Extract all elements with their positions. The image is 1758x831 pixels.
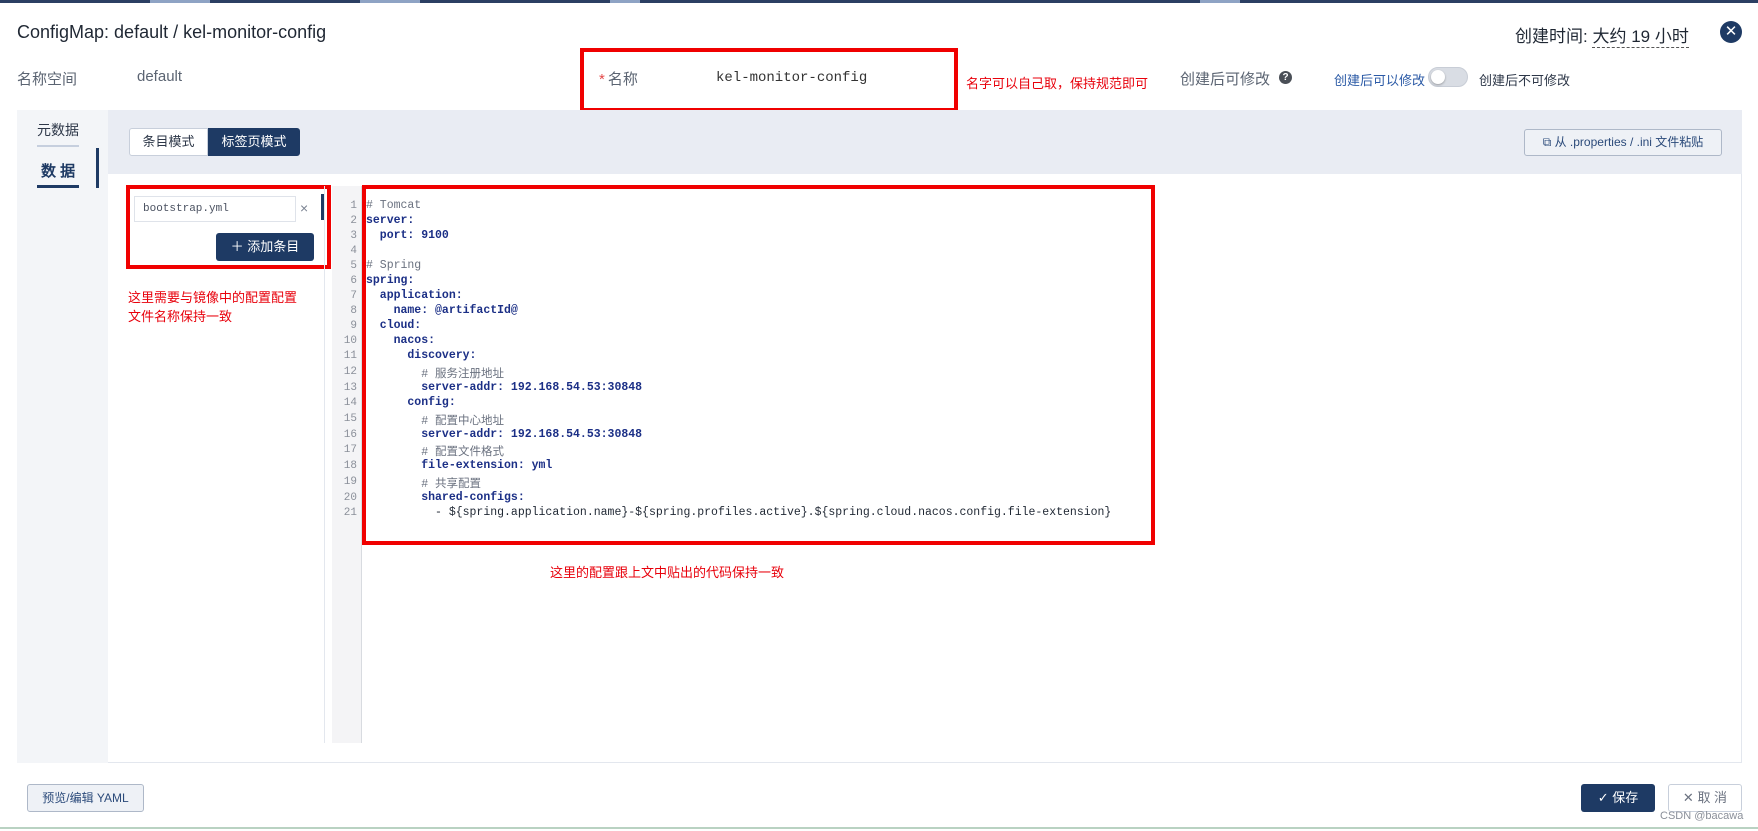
line-number: 7 [350, 290, 357, 302]
line-number: 6 [350, 275, 357, 287]
line-number: 15 [343, 413, 357, 425]
required-mark: * [599, 71, 605, 88]
entry-panel-divider [324, 186, 325, 743]
footer-bar [0, 763, 1758, 831]
modifiable-toggle[interactable] [1428, 67, 1468, 87]
line-number: 18 [343, 460, 357, 472]
line-number: 4 [350, 245, 357, 257]
annotation-key-note-line2: 文件名称保持一致 [128, 309, 233, 324]
line-number: 11 [343, 350, 357, 362]
line-number: 9 [350, 320, 357, 332]
line-number: 5 [350, 260, 357, 272]
save-button[interactable]: ✓ 保存 [1581, 784, 1655, 812]
bottom-line [0, 827, 1758, 829]
line-number: 3 [350, 230, 357, 242]
save-button-label: 保存 [1612, 790, 1639, 805]
side-nav: 元数据 数 据 [17, 110, 108, 763]
tab-mode-button[interactable]: 标签页模式 [208, 128, 300, 156]
line-number: 1 [350, 200, 357, 212]
line-number: 13 [343, 382, 357, 394]
sidenav-item-data[interactable]: 数 据 [41, 160, 75, 181]
line-number: 10 [343, 335, 357, 347]
annotation-box-code [362, 185, 1155, 545]
name-label-text: 名称 [607, 71, 638, 88]
created-time-label: 创建时间: [1515, 27, 1588, 46]
annotation-name-note: 名字可以自己取，保持规范即可 [966, 76, 1149, 91]
annotation-key-note: 这里需要与镜像中的配置配置 文件名称保持一致 [128, 288, 297, 326]
close-icon[interactable]: ✕ [1720, 21, 1742, 43]
close-small-icon: ✕ [1682, 790, 1698, 805]
sidenav-divider [37, 145, 79, 147]
annotation-key-note-line1: 这里需要与镜像中的配置配置 [128, 290, 298, 305]
created-time-value: 大约 19 小时 [1592, 27, 1689, 48]
line-number: 14 [343, 397, 357, 409]
watermark: CSDN @bacawa [1660, 810, 1744, 822]
cancel-button-label: 取 消 [1697, 790, 1728, 805]
help-icon[interactable]: ? [1279, 71, 1292, 84]
add-entry-label: 添加条目 [247, 239, 300, 254]
line-number: 2 [350, 215, 357, 227]
modifiable-no-label: 创建后不可修改 [1479, 73, 1571, 88]
line-number: 19 [343, 476, 357, 488]
annotation-code-note: 这里的配置跟上文中贴出的代码保持一致 [550, 565, 785, 580]
copy-icon: ⧉ [1542, 135, 1555, 149]
modifiable-label: 创建后可修改 [1180, 71, 1271, 88]
created-time: 创建时间: 大约 19 小时 [1515, 22, 1689, 48]
line-number: 12 [343, 366, 357, 378]
clear-key-icon[interactable]: × [300, 200, 308, 216]
namespace-label: 名称空间 [17, 71, 78, 88]
paste-button-label: 从 .properties / .ini 文件粘贴 [1554, 135, 1704, 149]
paste-from-file-button[interactable]: ⧉ 从 .properties / .ini 文件粘贴 [1524, 129, 1722, 156]
namespace-value: default [137, 68, 183, 85]
line-number: 21 [343, 507, 357, 519]
line-number: 20 [343, 492, 357, 504]
editor-toolbar: 条目模式 标签页模式 ⧉ 从 .properties / .ini 文件粘贴 [108, 110, 1742, 174]
name-input[interactable]: kel-monitor-config [716, 66, 916, 90]
modifiable-yes-label: 创建后可以修改 [1334, 73, 1426, 88]
line-number-gutter: 1 2 3 4 5 6 7 8 9 10 11 12 13 14 15 16 1… [332, 186, 362, 743]
cancel-button[interactable]: ✕ 取 消 [1668, 784, 1742, 812]
line-number: 16 [343, 429, 357, 441]
toggle-knob [1431, 70, 1445, 84]
plus-icon: ＋ [230, 239, 248, 254]
line-number: 8 [350, 305, 357, 317]
preview-yaml-button[interactable]: 预览/编辑 YAML [27, 784, 144, 812]
sidenav-active-bar [96, 148, 99, 188]
sidenav-active-underline [37, 185, 79, 188]
key-input[interactable]: bootstrap.yml [134, 196, 296, 222]
window-top-strip [0, 0, 1758, 3]
name-label: * 名称 [599, 68, 638, 89]
line-number: 17 [343, 444, 357, 456]
page-title: ConfigMap: default / kel-monitor-config [17, 22, 327, 42]
entry-mode-button[interactable]: 条目模式 [129, 128, 208, 156]
sidenav-item-metadata[interactable]: 元数据 [37, 120, 79, 140]
add-entry-button[interactable]: ＋ 添加条目 [216, 233, 314, 261]
check-icon: ✓ [1597, 790, 1613, 805]
